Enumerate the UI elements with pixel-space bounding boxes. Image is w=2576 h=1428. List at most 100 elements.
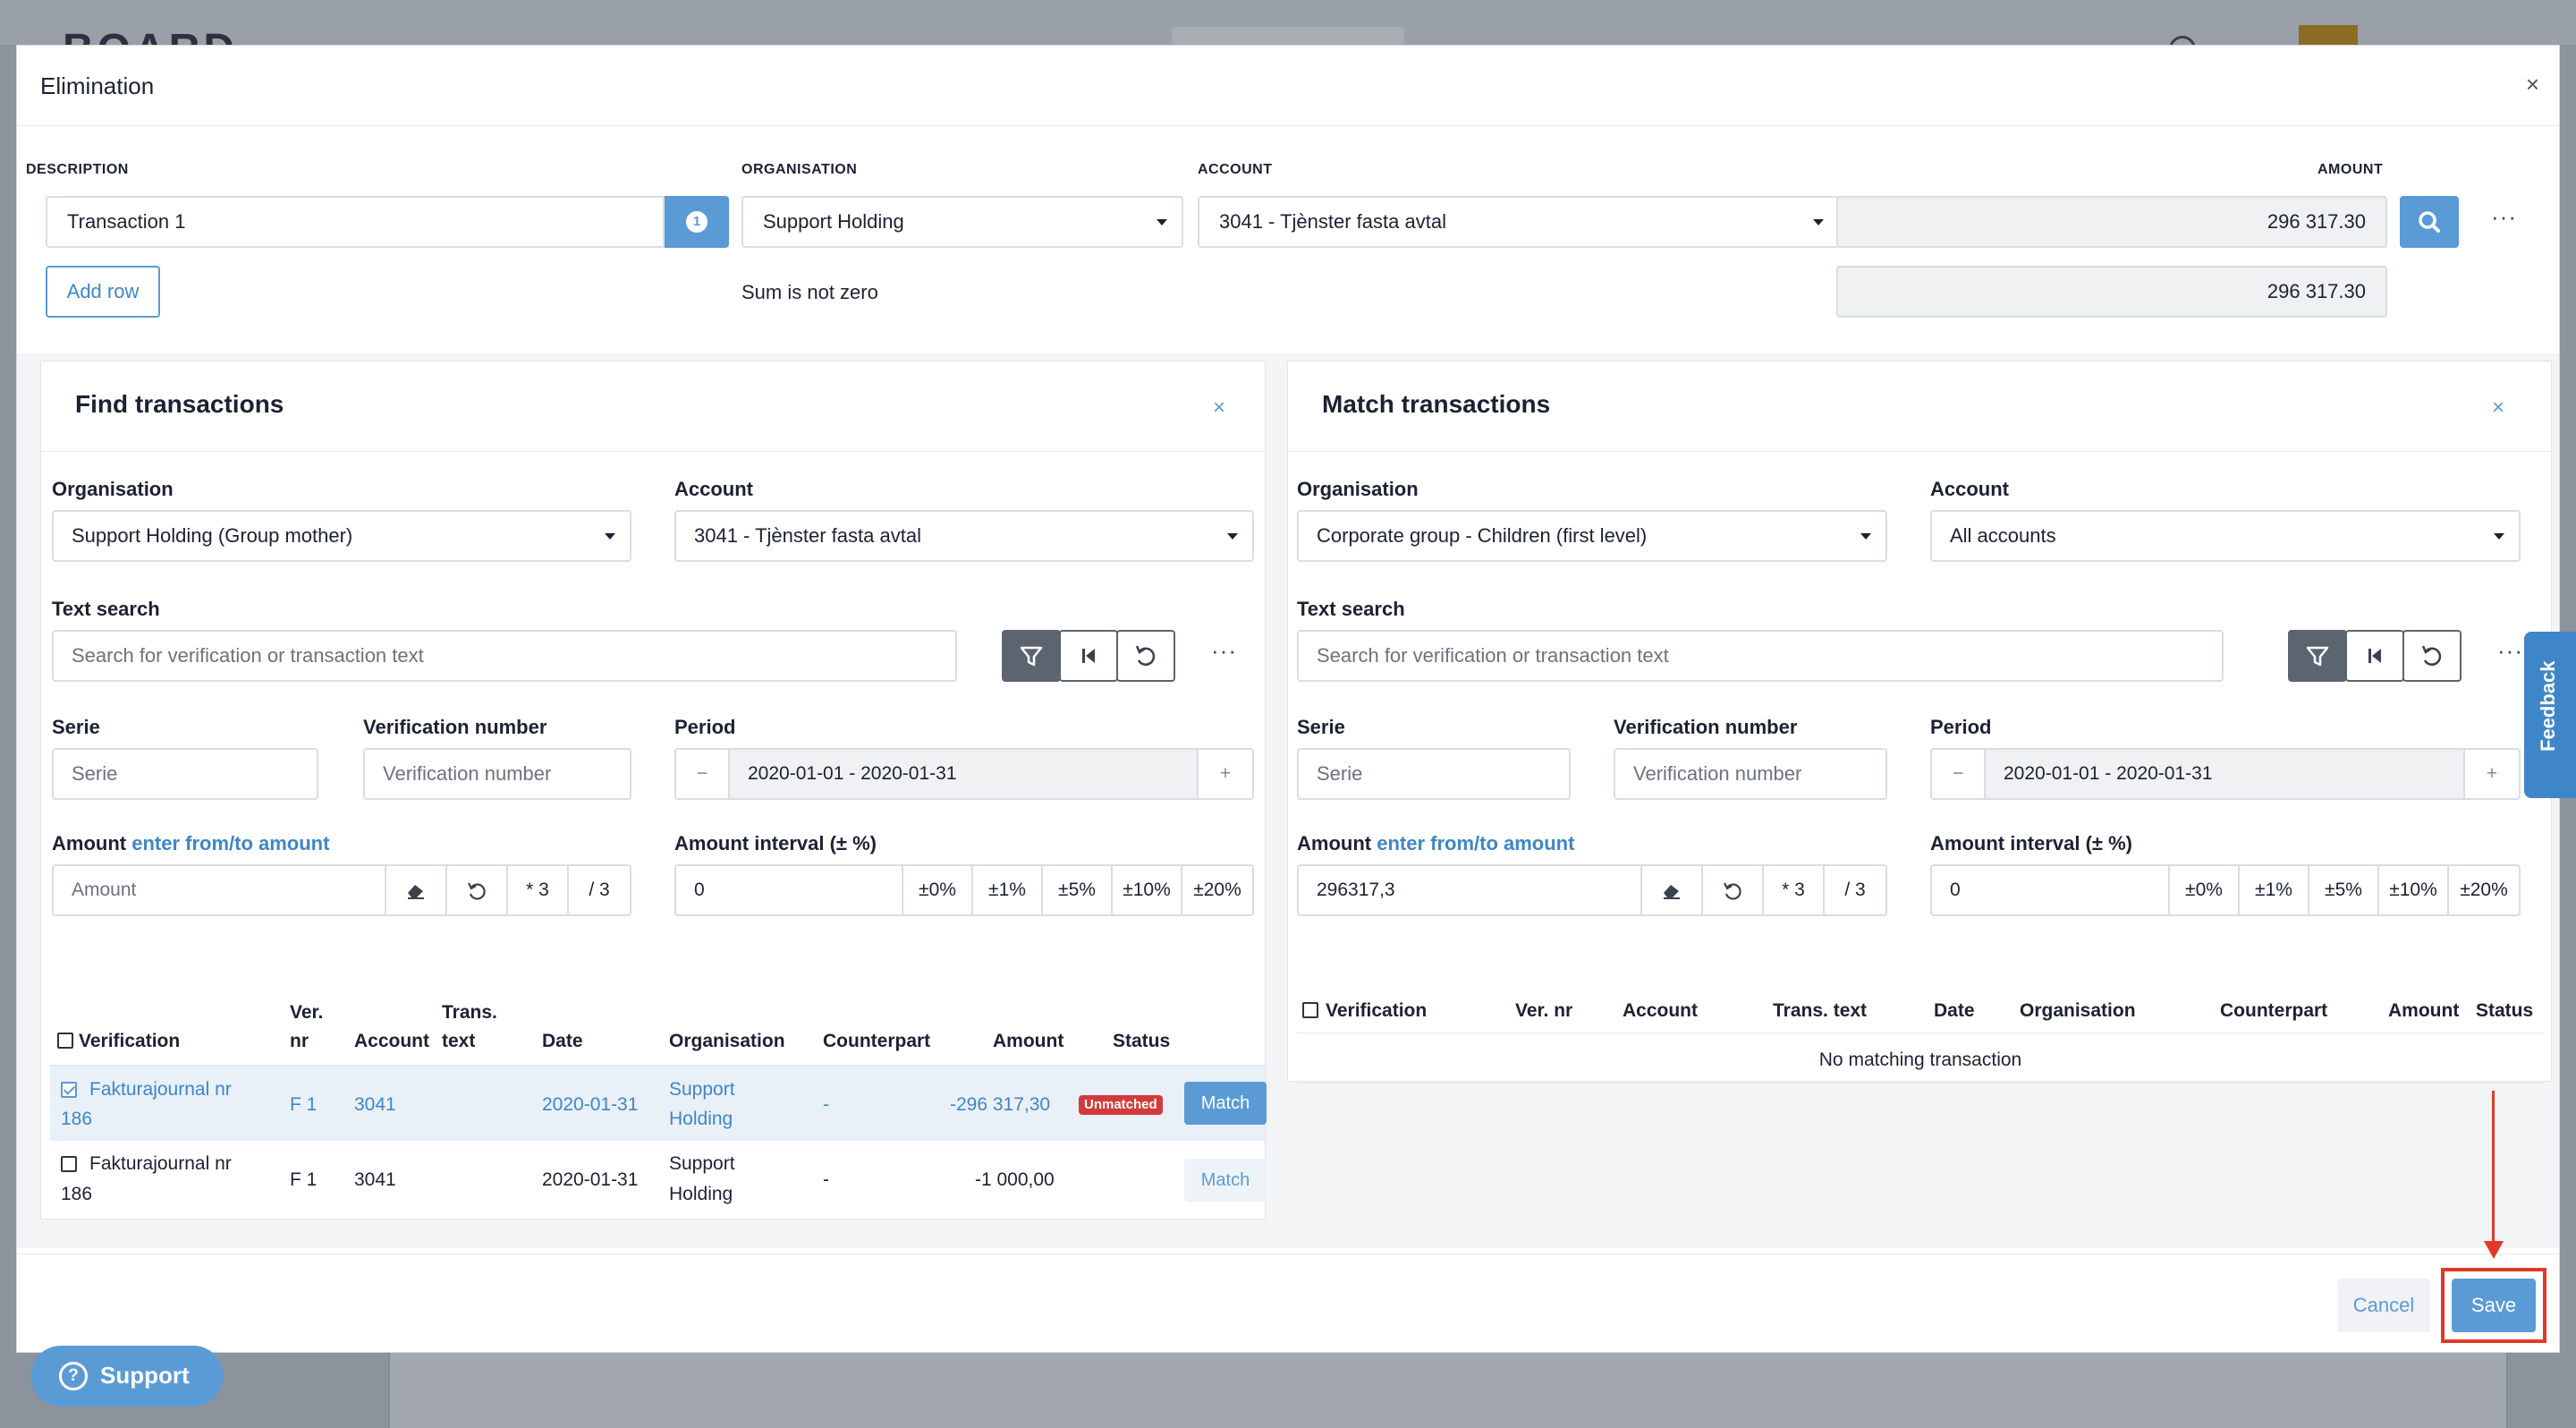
row-date: 2020-01-31 <box>542 1094 639 1115</box>
serie-input[interactable]: Serie <box>1297 748 1571 800</box>
interval-5-button[interactable]: ±5% <box>2309 866 2379 914</box>
row-checkbox[interactable] <box>61 1082 77 1098</box>
interval-10-button[interactable]: ±10% <box>2379 866 2449 914</box>
filter-button[interactable] <box>2288 630 2347 682</box>
verification-number-label: Verification number <box>363 716 547 738</box>
match-account-select[interactable]: All accounts <box>1930 510 2521 562</box>
enter-from-to-amount-link[interactable]: enter from/to amount <box>1377 832 1574 854</box>
divide-three-button[interactable]: / 3 <box>1825 866 1885 914</box>
header-trans-text: Trans. text <box>1773 1000 1868 1021</box>
info-button[interactable]: 1 <box>665 196 729 248</box>
period-plus-button[interactable]: + <box>1199 750 1252 798</box>
add-row-button[interactable]: Add row <box>46 266 160 318</box>
clear-button[interactable] <box>386 866 447 914</box>
cancel-button[interactable]: Cancel <box>2337 1279 2430 1332</box>
description-input[interactable]: Transaction 1 <box>46 196 665 248</box>
interval-0-button[interactable]: ±0% <box>2170 866 2240 914</box>
sum-message: Sum is not zero <box>741 281 878 303</box>
select-all-checkbox[interactable] <box>1302 1002 1318 1018</box>
row-date: 2020-01-31 <box>542 1169 639 1190</box>
interval-1-button[interactable]: ±1% <box>2240 866 2309 914</box>
amount-input-group: Amount * 3 / 3 <box>52 864 631 916</box>
match-transactions-card: Match transactions × Organisation Accoun… <box>1287 361 2552 1084</box>
match-button[interactable]: Match <box>1184 1082 1267 1125</box>
amount-interval-input[interactable]: 0 <box>1932 866 2170 914</box>
annotation-arrow-head <box>2484 1241 2504 1259</box>
text-search-label: Text search <box>52 598 160 620</box>
skip-back-icon <box>1082 649 1095 663</box>
more-options-icon[interactable]: ··· <box>1211 637 1237 665</box>
period-plus-button[interactable]: + <box>2465 750 2519 798</box>
close-icon[interactable]: × <box>2492 395 2504 421</box>
verification-number-input[interactable]: Verification number <box>363 748 631 800</box>
search-icon <box>2419 211 2440 233</box>
interval-20-button[interactable]: ±20% <box>1182 866 1252 914</box>
find-text-search-input[interactable]: Search for verification or transaction t… <box>52 630 957 682</box>
organisation-select[interactable]: Support Holding <box>741 196 1183 248</box>
filter-button[interactable] <box>1002 630 1061 682</box>
close-icon[interactable]: × <box>2526 71 2539 98</box>
empty-state-message: No matching transaction <box>1818 1050 2022 1070</box>
serie-input[interactable]: Serie <box>52 748 318 800</box>
row-amount: -1 000,00 <box>975 1169 1055 1190</box>
multiply-three-button[interactable]: * 3 <box>508 866 569 914</box>
multiply-three-button[interactable]: * 3 <box>1764 866 1825 914</box>
select-all-checkbox[interactable] <box>57 1033 73 1049</box>
divider <box>41 451 1265 452</box>
amount-label-text: Amount <box>52 832 127 854</box>
row-checkbox[interactable] <box>61 1156 77 1172</box>
reset-button[interactable] <box>2402 630 2462 682</box>
verification-number-input[interactable]: Verification number <box>1614 748 1887 800</box>
background-avatar <box>2299 25 2358 45</box>
header-ver-nr: Ver. nr <box>1515 1000 1573 1021</box>
first-page-button[interactable] <box>2345 630 2404 682</box>
interval-5-button[interactable]: ±5% <box>1043 866 1113 914</box>
match-organisation-select[interactable]: Corporate group - Children (first level) <box>1297 510 1887 562</box>
select-value: All accounts <box>1950 524 2056 547</box>
amount-interval-group: 0 ±0% ±1% ±5% ±10% ±20% <box>1930 864 2521 916</box>
reset-amount-button[interactable] <box>1703 866 1764 914</box>
more-options-icon[interactable]: ··· <box>2497 637 2523 665</box>
amount-interval-input[interactable]: 0 <box>676 866 903 914</box>
first-page-button[interactable] <box>1059 630 1118 682</box>
annotation-highlight-box <box>2441 1268 2546 1343</box>
reset-button[interactable] <box>1116 630 1175 682</box>
account-label: ACCOUNT <box>1198 162 1273 177</box>
account-select[interactable]: 3041 - Tjènster fasta avtal <box>1198 196 1840 248</box>
more-options-icon[interactable]: ··· <box>2491 203 2517 231</box>
find-account-select[interactable]: 3041 - Tjènster fasta avtal <box>674 510 1254 562</box>
reset-amount-button[interactable] <box>447 866 508 914</box>
period-minus-button[interactable]: − <box>676 750 730 798</box>
row-ver-nr: F 1 <box>290 1094 318 1115</box>
interval-0-button[interactable]: ±0% <box>903 866 973 914</box>
match-button[interactable]: Match <box>1184 1159 1267 1202</box>
header-counterpart: Counterpart <box>823 1031 931 1051</box>
status-badge: Unmatched <box>1079 1095 1163 1115</box>
organisation-label: Organisation <box>1297 478 1419 500</box>
close-icon[interactable]: × <box>1213 395 1225 421</box>
header-organisation: Organisation <box>669 1031 785 1051</box>
header-verification: Verification <box>79 1031 181 1051</box>
find-transactions-card: Find transactions × Organisation Account… <box>40 361 1267 1220</box>
enter-from-to-amount-link[interactable]: enter from/to amount <box>131 832 329 854</box>
annotation-arrow-line <box>2492 1091 2495 1243</box>
search-button[interactable] <box>2400 196 2459 248</box>
interval-10-button[interactable]: ±10% <box>1113 866 1182 914</box>
period-value[interactable]: 2020-01-01 - 2020-01-31 <box>1986 750 2465 798</box>
amount-input[interactable]: Amount <box>54 866 386 914</box>
row-organisation-line2: Holding <box>669 1184 733 1204</box>
match-text-search-input[interactable]: Search for verification or transaction t… <box>1297 630 2224 682</box>
interval-1-button[interactable]: ±1% <box>973 866 1043 914</box>
period-value[interactable]: 2020-01-01 - 2020-01-31 <box>730 750 1199 798</box>
clear-button[interactable] <box>1642 866 1703 914</box>
header-amount: Amount <box>2388 1000 2460 1021</box>
interval-20-button[interactable]: ±20% <box>2449 866 2519 914</box>
amount-input[interactable]: 296317,3 <box>1299 866 1642 914</box>
find-organisation-select[interactable]: Support Holding (Group mother) <box>52 510 631 562</box>
description-label: DESCRIPTION <box>26 162 129 177</box>
period-minus-button[interactable]: − <box>1932 750 1986 798</box>
support-button[interactable]: ? Support <box>30 1346 224 1407</box>
chevron-down-icon <box>2494 533 2504 540</box>
row-organisation-line1: Support <box>669 1079 735 1100</box>
divide-three-button[interactable]: / 3 <box>569 866 630 914</box>
